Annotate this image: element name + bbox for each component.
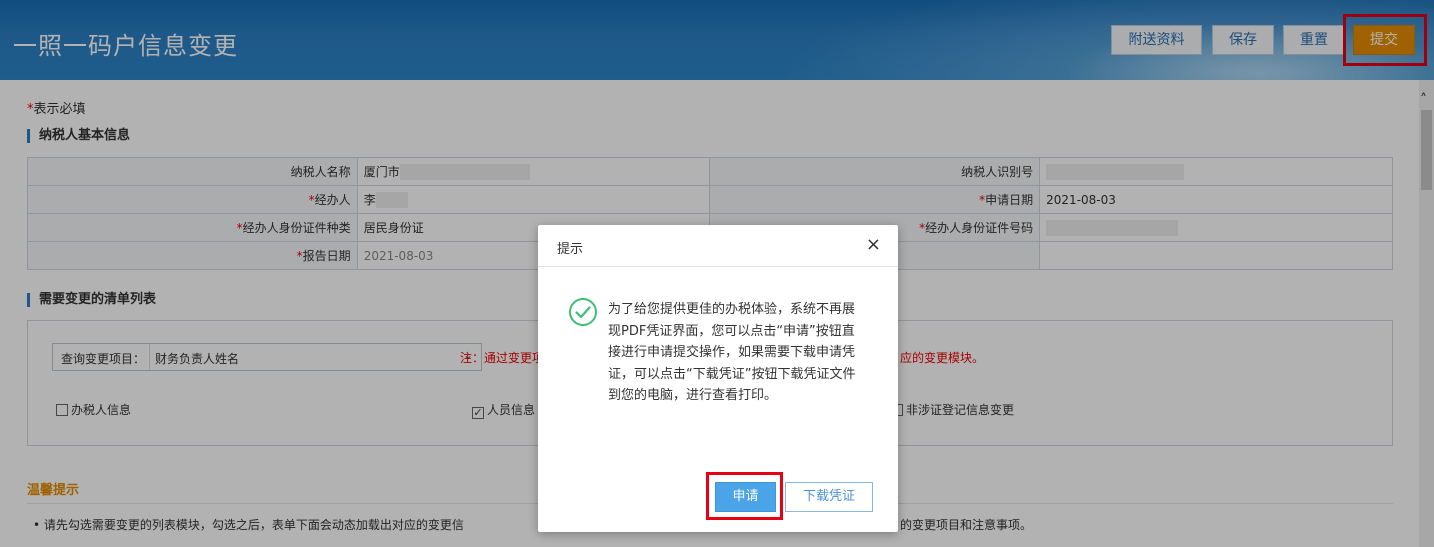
- dialog-title: 提示: [557, 242, 584, 257]
- download-voucher-button[interactable]: 下载凭证: [785, 482, 873, 512]
- check-circle-icon: [569, 298, 597, 326]
- apply-highlight-box: [706, 472, 783, 520]
- close-icon[interactable]: ×: [866, 236, 881, 254]
- prompt-dialog: 提示 × 为了给您提供更佳的办税体验，系统不再展现PDF凭证界面，您可以点击“申…: [538, 225, 898, 532]
- divider: [538, 266, 898, 267]
- dialog-message: 为了给您提供更佳的办税体验，系统不再展现PDF凭证界面，您可以点击“申请”按钮直…: [608, 302, 856, 403]
